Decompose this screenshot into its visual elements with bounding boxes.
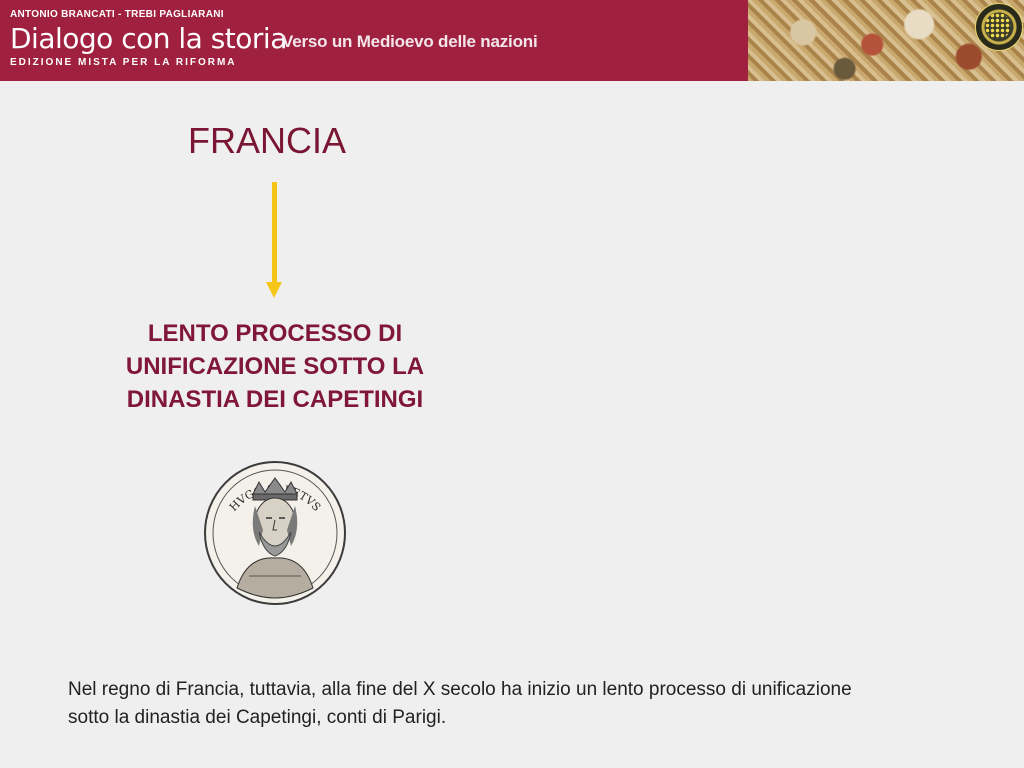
header-banner: ANTONIO BRANCATI - TREBI PAGLIARANI Dial… [0,0,1024,81]
series-title: Dialogo con la storia [10,22,287,55]
book-subtitle: Verso un Medioevo delle nazioni [282,32,538,51]
process-description: LENTO PROCESSO DI UNIFICAZIONE SOTTO LA … [125,320,425,413]
body-paragraph: Nel regno di Francia, tuttavia, alla fin… [68,679,852,728]
badge-dots-icon [985,13,1011,39]
edition-line: EDIZIONE MISTA PER LA RIFORMA [10,57,237,68]
down-arrow-icon [266,182,282,298]
authors-line: ANTONIO BRANCATI - TREBI PAGLIARANI [10,9,224,20]
hugo-capetus-coin-portrait: HVGO CAPETVS [204,461,346,605]
slide-heading: FRANCIA [188,120,347,161]
